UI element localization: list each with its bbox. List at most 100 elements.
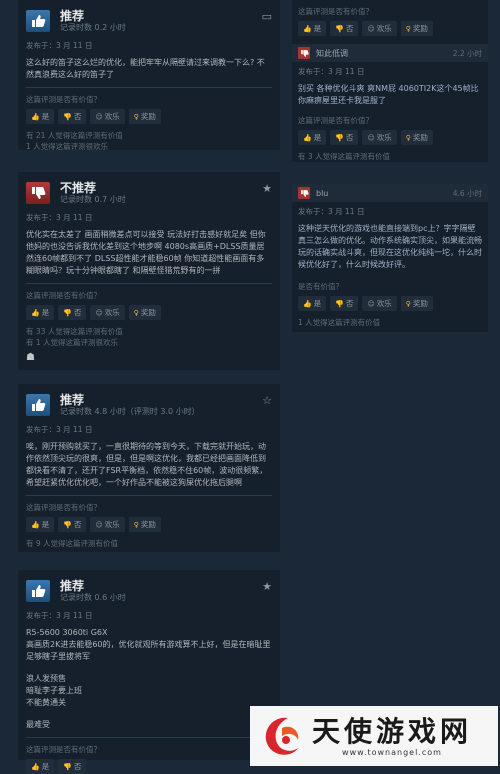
vote-funny-button[interactable]: ☺ 欢乐 xyxy=(90,517,125,532)
review-verdict: 推荐 xyxy=(60,393,85,407)
helpful-count: 有 3 人觉得这篇评测有价值 xyxy=(298,152,391,161)
divider xyxy=(26,283,272,284)
vote-funny-label: 欢乐 xyxy=(376,133,392,142)
thumbs-up-icon: 👍 xyxy=(31,112,40,121)
vote-funny-label: 欢乐 xyxy=(376,299,392,308)
award-button[interactable]: ♀ 奖励 xyxy=(128,305,161,320)
helpful-question: 是否有价值？ xyxy=(298,282,343,291)
side-review-card: blu 4.6 小时 发布于：3 月 11 日 这种逆天优化的游戏也能直接端到p… xyxy=(292,184,488,332)
smiley-icon: ☺ xyxy=(95,520,103,529)
thumbs-up-icon: 👍 xyxy=(31,520,40,529)
vote-no-label: 否 xyxy=(345,133,354,142)
vote-no-button[interactable]: 👎 否 xyxy=(330,21,359,36)
star-icon[interactable]: ☆ xyxy=(262,394,272,407)
helpful-question: 这篇评测是否有价值？ xyxy=(26,745,101,754)
review-card: 推荐 记录时数 0.2 小时 ▭ 发布于：3 月 11 日 这么好的笛子这么烂的… xyxy=(18,0,280,151)
vote-funny-button[interactable]: ☺ 欢乐 xyxy=(362,130,397,145)
thumbs-down-icon: 👎 xyxy=(335,299,344,308)
thumbs-down-icon: 👎 xyxy=(63,112,72,121)
thumbs-down-icon xyxy=(298,187,310,199)
award-icon: ♀ xyxy=(405,299,411,308)
helpful-question: 这篇评测是否有价值？ xyxy=(298,7,373,16)
vote-no-button[interactable]: 👎 否 xyxy=(58,517,87,532)
vote-yes-button[interactable]: 👍 是 xyxy=(298,130,327,145)
vote-yes-label: 是 xyxy=(41,308,50,317)
thumbs-down-icon xyxy=(298,47,310,59)
review-hours: 记录时数 0.2 小时 xyxy=(60,23,126,32)
thumbs-up-icon: 👍 xyxy=(31,308,40,317)
divider xyxy=(26,737,272,738)
divider xyxy=(26,495,272,496)
smiley-icon: ☺ xyxy=(95,308,103,317)
smiley-icon: ☺ xyxy=(367,299,375,308)
thumbs-down-icon: 👎 xyxy=(63,520,72,529)
helpful-question: 这篇评测是否有价值？ xyxy=(298,116,373,125)
star-icon[interactable]: ★ xyxy=(262,182,272,195)
reviewer-name[interactable]: 知此低调 xyxy=(316,48,348,59)
helpful-count: 1 人觉得这篇评测有价值 xyxy=(298,318,381,327)
review-card: 推荐 记录时数 0.6 小时 ★ 发布于：3 月 11 日 R5-5600 30… xyxy=(18,570,280,774)
posted-date: 发布于：3 月 11 日 xyxy=(26,41,93,50)
smiley-icon: ☺ xyxy=(367,133,375,142)
review-text: 这种逆天优化的游戏也能直接端到pc上？字字隔壁真三怎么做的优化。动作系统确实顶尖… xyxy=(298,224,482,269)
award-label: 奖励 xyxy=(412,133,428,142)
award-button[interactable]: ♀ 奖励 xyxy=(400,296,433,311)
vote-funny-button[interactable]: ☺ 欢乐 xyxy=(362,21,397,36)
vote-no-button[interactable]: 👎 否 xyxy=(330,296,359,311)
review-text: 唉，刚开预购就买了，一直很期待的等到今天，下载完就开始玩，动作依然顶尖玩的很爽，… xyxy=(26,442,268,487)
thumbs-up-icon xyxy=(26,580,50,602)
award-button[interactable]: ♀ 奖励 xyxy=(400,130,433,145)
award-label: 奖励 xyxy=(140,520,156,529)
video-icon[interactable]: ▭ xyxy=(262,10,272,23)
brand-url: www.townangel.com xyxy=(342,747,442,757)
award-label: 奖励 xyxy=(412,24,428,33)
award-icon: ♀ xyxy=(133,112,139,121)
vote-funny-button[interactable]: ☺ 欢乐 xyxy=(362,296,397,311)
award-badge-icon: ☗ xyxy=(26,352,35,363)
reviewer-name[interactable]: blu xyxy=(316,189,328,198)
thumbs-up-icon: 👍 xyxy=(303,133,312,142)
award-button[interactable]: ♀ 奖励 xyxy=(128,517,161,532)
site-watermark: 天使游戏网 www.townangel.com xyxy=(250,706,498,766)
vote-no-button[interactable]: 👎 否 xyxy=(58,305,87,320)
smiley-icon: ☺ xyxy=(95,112,103,121)
review-hours: 记录时数 0.7 小时 xyxy=(60,195,126,204)
award-icon: ♀ xyxy=(405,133,411,142)
award-icon: ♀ xyxy=(405,24,411,33)
posted-date: 发布于：3 月 11 日 xyxy=(26,213,93,222)
thumbs-down-icon: 👎 xyxy=(63,308,72,317)
award-icon: ♀ xyxy=(133,520,139,529)
vote-funny-button[interactable]: ☺ 欢乐 xyxy=(90,109,125,124)
vote-yes-button[interactable]: 👍 是 xyxy=(26,305,55,320)
vote-no-label: 否 xyxy=(73,112,82,121)
vote-no-button[interactable]: 👎 否 xyxy=(58,109,87,124)
review-verdict: 推荐 xyxy=(60,9,85,23)
vote-no-button[interactable]: 👎 否 xyxy=(330,130,359,145)
vote-yes-button[interactable]: 👍 是 xyxy=(26,517,55,532)
thumbs-down-icon: 👎 xyxy=(335,24,344,33)
vote-funny-button[interactable]: ☺ 欢乐 xyxy=(90,305,125,320)
award-button[interactable]: ♀ 奖励 xyxy=(400,21,433,36)
thumbs-up-icon xyxy=(26,394,50,416)
vote-no-label: 否 xyxy=(345,24,354,33)
award-button[interactable]: ♀ 奖励 xyxy=(128,109,161,124)
review-verdict: 不推荐 xyxy=(60,181,97,195)
vote-yes-label: 是 xyxy=(313,24,322,33)
vote-yes-button[interactable]: 👍 是 xyxy=(26,109,55,124)
brand-logo-icon xyxy=(265,717,299,755)
funny-count: 有 1 人觉得这篇评测很欢乐 xyxy=(26,338,119,347)
review-verdict: 推荐 xyxy=(60,579,85,593)
review-card: 推荐 记录时数 4.8 小时（评测时 3.0 小时） ☆ 发布于：3 月 11 … xyxy=(18,384,280,552)
award-label: 奖励 xyxy=(412,299,428,308)
star-icon[interactable]: ★ xyxy=(262,580,272,593)
vote-no-label: 否 xyxy=(345,299,354,308)
helpful-question: 这篇评测是否有价值？ xyxy=(26,95,101,104)
helpful-count: 有 21 人觉得这篇评测有价值 xyxy=(26,131,123,140)
vote-yes-button[interactable]: 👍 是 xyxy=(298,296,327,311)
review-hours: 记录时数 4.8 小时（评测时 3.0 小时） xyxy=(60,407,200,416)
helpful-question: 这篇评测是否有价值？ xyxy=(26,291,101,300)
posted-date: 发布于：3 月 11 日 xyxy=(298,207,365,216)
vote-yes-button[interactable]: 👍 是 xyxy=(298,21,327,36)
